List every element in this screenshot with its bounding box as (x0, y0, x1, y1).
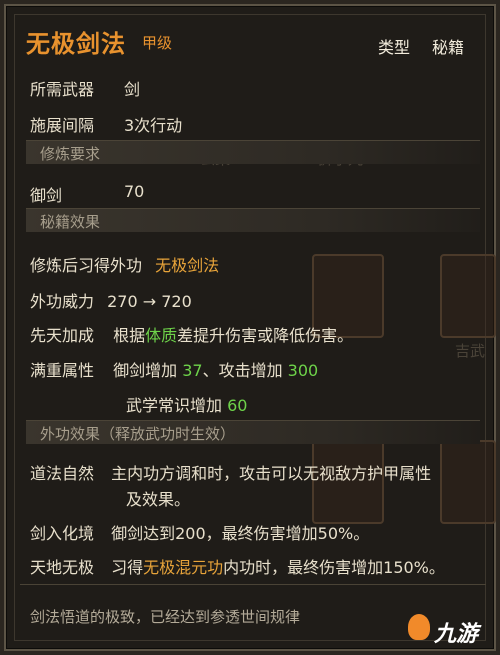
power-value: 270 → 720 (107, 292, 192, 311)
full-weight-row-2: 武学常识增加 60 (126, 392, 247, 416)
weapon-row: 所需武器 剑 (30, 76, 140, 100)
effect-1-text-cont: 及效果。 (126, 490, 191, 509)
learn-row: 修炼后习得外功 无极剑法 (30, 252, 219, 276)
external-effect-2: 剑入化境 御剑达到200，最终伤害增加50%。 (30, 520, 369, 544)
effects-section-title: 秘籍效果 (40, 213, 101, 231)
weapon-label: 所需武器 (30, 80, 95, 99)
full-line1-a: 御剑增加 (113, 361, 183, 380)
weapon-value: 剑 (124, 80, 141, 99)
power-label: 外功威力 (30, 292, 95, 311)
requirements-section-title: 修炼要求 (40, 145, 101, 163)
full-line1-a-value: 37 (182, 361, 203, 380)
full-line1-b-value: 300 (287, 361, 319, 380)
innate-suffix: 差提升伤害或降低伤害。 (177, 326, 354, 345)
item-grade: 甲级 (142, 34, 173, 52)
type-label: 类型 (377, 38, 410, 57)
effect-3-prefix: 习得 (111, 558, 144, 577)
footer-divider (20, 584, 486, 585)
learn-value: 无极剑法 (155, 256, 220, 275)
effects-section-header: 秘籍效果 (26, 208, 480, 232)
watermark-logo: 九游 (408, 608, 486, 648)
effect-3-suffix: 内功时，最终伤害增加150%。 (223, 558, 445, 577)
external-effect-1: 道法自然 主内功方调和时，攻击可以无视敌方护甲属性 (30, 460, 431, 484)
effect-1-text: 主内功方调和时，攻击可以无视敌方护甲属性 (111, 464, 432, 483)
effect-2-text: 御剑达到200，最终伤害增加50%。 (111, 524, 370, 543)
background-item-slot (440, 440, 496, 524)
full-line2: 武学常识增加 (126, 396, 228, 415)
fox-icon (408, 614, 430, 640)
background-item-slot (440, 254, 496, 338)
interval-row: 施展间隔 3次行动 (30, 112, 182, 136)
type-value: 秘籍 (431, 38, 464, 57)
item-title: 无极剑法 (26, 30, 126, 58)
innate-prefix: 根据 (113, 326, 146, 345)
full-line2-value: 60 (227, 396, 248, 415)
innate-row: 先天加成 根据体质差提升伤害或降低伤害。 (30, 322, 353, 346)
external-section-title: 外功效果（释放武功时生效） (40, 425, 236, 443)
full-line1-b: 、攻击增加 (202, 361, 288, 380)
background-item-label: 吉武 (455, 342, 486, 360)
external-effect-3: 天地无极 习得无极混元功内功时，最终伤害增加150%。 (30, 554, 445, 578)
innate-highlight: 体质 (145, 326, 178, 345)
external-section-header: 外功效果（释放武功时生效） (26, 420, 480, 444)
effect-3-label: 天地无极 (30, 558, 95, 577)
learn-label: 修炼后习得外功 (30, 256, 143, 275)
flavor-text: 剑法悟道的极致，已经达到参透世间规律 (30, 608, 301, 626)
effect-2-label: 剑入化境 (30, 524, 95, 543)
tooltip-header: 无极剑法 甲级 类型 秘籍 (20, 20, 486, 64)
skill-label: 御剑 (30, 186, 63, 205)
effect-3-highlight: 无极混元功 (143, 558, 224, 577)
power-row: 外功威力 270 → 720 (30, 288, 192, 312)
full-label: 满重属性 (30, 361, 95, 380)
innate-label: 先天加成 (30, 326, 95, 345)
interval-value: 3次行动 (124, 116, 183, 135)
full-weight-row: 满重属性 御剑增加 37、攻击增加 300 (30, 357, 318, 381)
effect-1-label: 道法自然 (30, 464, 95, 483)
requirements-section-header: 修炼要求 (26, 140, 480, 164)
external-effect-1-cont: 及效果。 (126, 486, 190, 510)
skill-value: 70 (124, 182, 145, 201)
interval-label: 施展间隔 (30, 116, 95, 135)
watermark-text: 九游 (434, 622, 479, 647)
skill-requirement-row: 御剑 70 (30, 182, 144, 206)
